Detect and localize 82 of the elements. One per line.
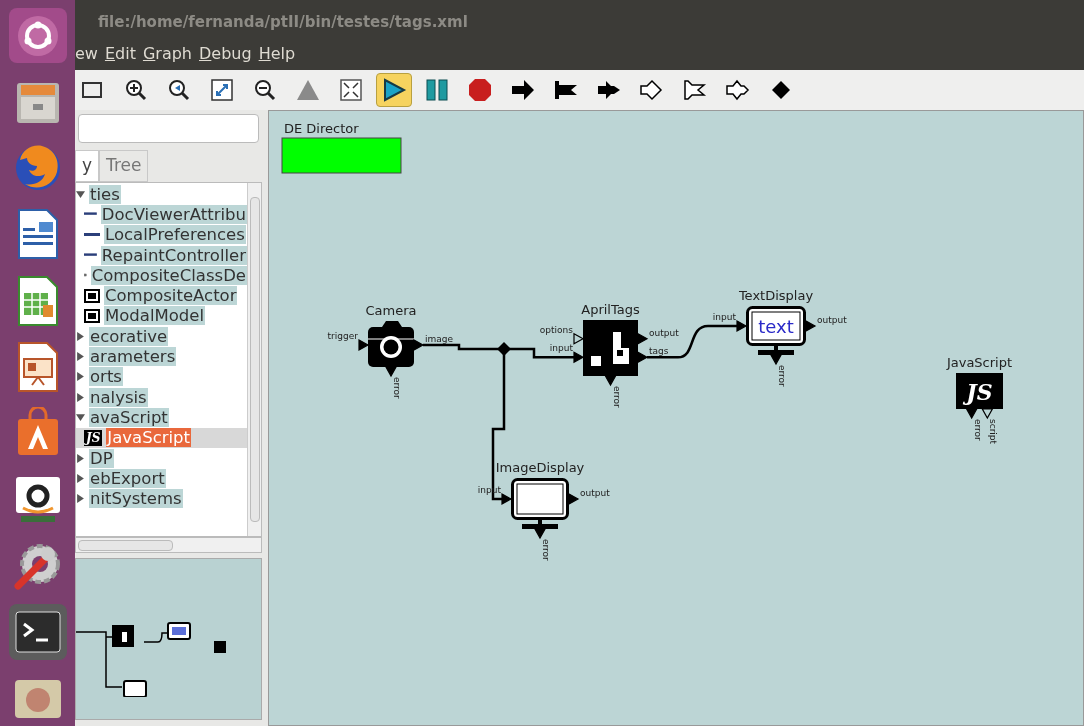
person-avatar-icon[interactable]	[12, 678, 63, 719]
menu-item[interactable]: Help	[258, 44, 296, 64]
relation-diamond[interactable]	[497, 342, 511, 356]
port-label: error	[611, 386, 622, 408]
tag-pattern-icon[interactable]	[583, 320, 638, 376]
tree-item[interactable]: ebExport	[89, 468, 166, 488]
port-label: tags	[649, 346, 669, 357]
port-label: error	[777, 365, 787, 387]
port-label: output	[649, 327, 679, 338]
port-icon[interactable]	[568, 493, 580, 505]
stop-icon	[467, 77, 493, 103]
outline-arrow-icon	[639, 77, 665, 103]
arrow-icon	[510, 77, 536, 103]
outline-double-arrow-icon	[725, 77, 751, 103]
search-field[interactable]	[78, 114, 259, 143]
script-block[interactable]	[956, 373, 1003, 409]
play-icon	[381, 77, 407, 103]
monitor-icon[interactable]	[511, 478, 569, 529]
tree-item[interactable]: DocViewerAttribu	[100, 204, 247, 224]
tab[interactable]: Tree	[99, 150, 149, 182]
display-text: text	[758, 316, 794, 337]
tree-item[interactable]: ModalModel	[104, 306, 206, 326]
port-label: input	[712, 312, 736, 322]
circle-logo-icon[interactable]	[15, 13, 60, 58]
actor-label: TextDisplay	[738, 288, 814, 303]
menu-item[interactable]: Graph	[142, 44, 192, 64]
actor-label: ImageDisplay	[495, 460, 585, 475]
tree-item[interactable]: ecorative	[89, 326, 169, 346]
terminal-icon[interactable]	[13, 610, 62, 654]
menu-item[interactable]: Edit	[104, 44, 136, 64]
tree-item[interactable]: orts	[89, 367, 123, 387]
port-label: script	[988, 419, 999, 445]
port-icon[interactable]	[573, 351, 585, 364]
tree-item[interactable]: CompositeClassDe	[90, 265, 247, 285]
port-label: error	[972, 419, 983, 441]
port-icon[interactable]	[534, 528, 546, 540]
director-label: DE Director	[284, 121, 359, 136]
port-label: options	[539, 324, 573, 335]
port-label: input	[549, 343, 573, 354]
tree-item[interactable]: DP	[89, 448, 114, 468]
port-label: output	[817, 315, 847, 325]
tree-item[interactable]: LocalPreferences	[104, 225, 246, 245]
vertical-scrollbar[interactable]	[247, 183, 261, 536]
port-label: output	[580, 488, 610, 498]
port-label: error	[541, 539, 551, 561]
monitor-icon[interactable]	[746, 306, 806, 355]
port-icon[interactable]	[770, 354, 782, 366]
tree-item[interactable]: nalysis	[89, 387, 148, 407]
tab[interactable]: y	[75, 150, 100, 182]
actor-label: Camera	[365, 303, 417, 318]
tree-item[interactable]: CompositeActor	[104, 286, 238, 306]
expander-icon[interactable]	[76, 352, 85, 361]
camera-icon[interactable]	[367, 321, 415, 367]
zoom-in-icon	[123, 77, 149, 103]
pause-icon	[424, 77, 450, 103]
tree-item[interactable]: nitSystems	[89, 489, 183, 509]
port-icon[interactable]	[805, 320, 817, 332]
port-label: image	[425, 334, 454, 344]
port-label: trigger	[327, 331, 358, 341]
port-icon[interactable]	[736, 320, 748, 332]
port-label: error	[392, 377, 402, 399]
tree-item[interactable]: avaScript	[89, 407, 169, 427]
tree-item[interactable]: arameters	[89, 347, 177, 366]
window-title: file:/home/fernanda/ptII/bin/testes/tags.xml	[98, 11, 468, 33]
actor-label: JavaScript	[946, 355, 1013, 370]
actor-label: AprilTags	[581, 302, 640, 317]
outline-flag-icon	[682, 77, 708, 103]
menu-item[interactable]: ew	[75, 44, 98, 64]
horizontal-scrollbar[interactable]	[75, 537, 262, 553]
port-icon[interactable]	[358, 339, 370, 351]
js-badge: JS	[84, 429, 103, 446]
zoom-fit-icon	[209, 77, 235, 103]
tree-item[interactable]: RepaintController	[100, 245, 247, 265]
port-icon[interactable]	[573, 332, 585, 345]
zoom-reset-icon	[166, 77, 192, 103]
zoom-out-icon	[252, 77, 278, 103]
port-icon[interactable]	[413, 339, 425, 351]
menu-item[interactable]: Debug	[199, 44, 252, 64]
fullscreen-icon	[338, 77, 364, 103]
tree-item[interactable]: ties	[89, 184, 121, 204]
port-icon[interactable]	[501, 493, 513, 505]
toolbar-button[interactable]	[376, 73, 412, 107]
